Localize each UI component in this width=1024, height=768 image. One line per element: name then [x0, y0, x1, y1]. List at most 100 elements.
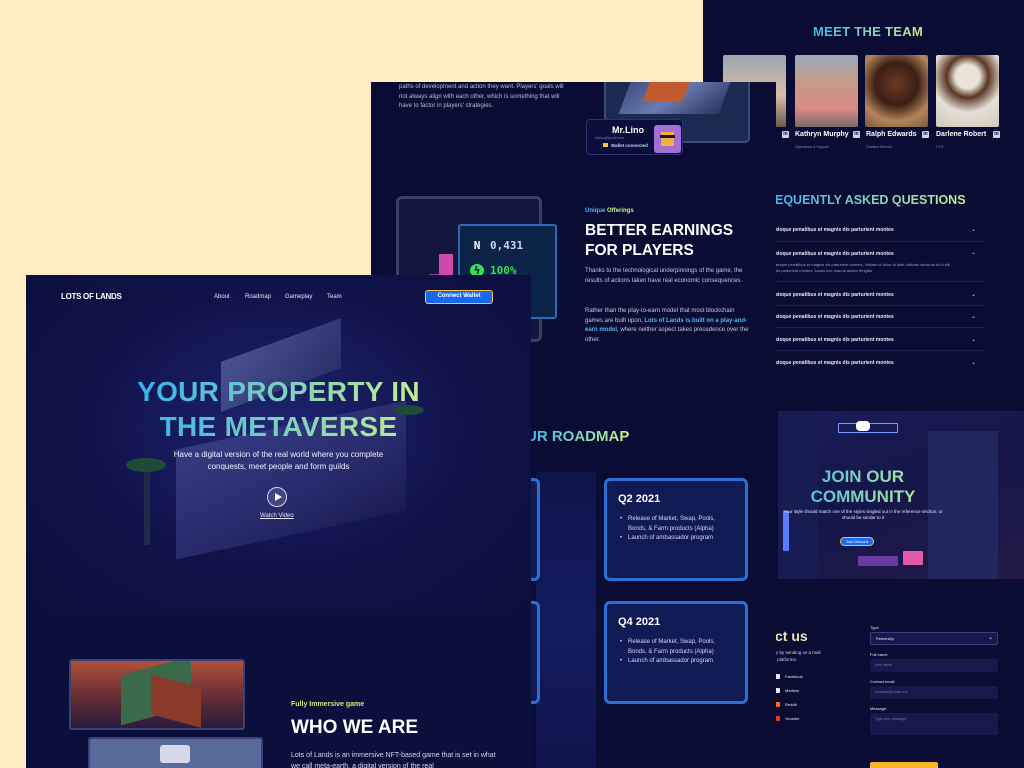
chevron-down-icon[interactable]: ⌄ — [971, 359, 976, 366]
neon-sign — [903, 551, 923, 565]
nav-about[interactable]: About — [214, 294, 230, 300]
join-discord-button[interactable]: Join Discord — [840, 537, 874, 546]
play-icon[interactable] — [267, 487, 287, 507]
roadmap-card: Q2 2021 Release of Market, Swap, Pools, … — [604, 478, 748, 581]
hero-subtitle: Have a digital version of the real world… — [173, 450, 384, 471]
team-member-role: Operations & Support — [795, 145, 829, 149]
email-input[interactable]: example@email.com — [870, 686, 998, 699]
roadmap-items: Release of Market, Swap, Pools, Bonds, &… — [619, 638, 735, 667]
faq-question[interactable]: atoque penatibus et magnis dis parturien… — [775, 337, 894, 343]
linkedin-icon[interactable]: in — [853, 131, 860, 138]
faq-question[interactable]: atoque penatibus et magnis dis parturien… — [775, 314, 894, 320]
faq-answer: dis parturient montes, luctus nec mauris… — [775, 268, 872, 273]
linkedin-icon[interactable]: in — [993, 131, 1000, 138]
discord-icon — [856, 421, 870, 431]
wallet-status: Wallet connected — [603, 143, 648, 148]
divider — [775, 241, 985, 242]
faq-question[interactable]: atoque penatibus et magnis dis parturien… — [775, 292, 894, 298]
faq-question[interactable]: atoque penatibus et magnis dis parturien… — [775, 251, 894, 257]
chevron-down-icon[interactable]: ⌄ — [971, 291, 976, 298]
palm-tree — [144, 465, 150, 545]
watch-video-link[interactable]: Watch Video — [260, 513, 294, 519]
section-title: WHO WE ARE — [291, 717, 419, 738]
site-logo[interactable]: LOTS OF LANDS — [61, 292, 122, 301]
hero-title: YOUR PROPERTY IN THE METAVERSE — [26, 374, 531, 444]
team-photo-4 — [936, 55, 999, 127]
section-title: BETTER EARNINGS FOR PLAYERS — [585, 222, 734, 259]
game-world-image — [88, 737, 263, 768]
linkedin-icon[interactable]: in — [782, 131, 789, 138]
chevron-down-icon[interactable]: ⌄ — [971, 336, 976, 343]
section-label: Unique Offerings — [585, 208, 634, 214]
social-link-facebook[interactable]: Facebook — [775, 674, 803, 680]
social-link-reddit[interactable]: Reddit — [775, 702, 797, 708]
roadmap-title: UR ROADMAP — [526, 428, 630, 445]
fullname-input[interactable]: your name — [870, 659, 998, 672]
message-label: Message — [870, 706, 887, 711]
community-title: JOIN OUR COMMUNITY — [778, 467, 948, 507]
section-label: Fully Immersive game — [291, 701, 365, 708]
roadmap-quarter: Q4 2021 — [618, 616, 661, 628]
profile-name: Mr.Lino — [612, 125, 644, 135]
team-member-role: Creative Director — [866, 145, 893, 149]
roadmap-item: Launch of ambassador program — [619, 657, 735, 667]
community-text: Your style should match one of the style… — [783, 509, 943, 520]
social-link-medium[interactable]: Medium — [775, 688, 799, 694]
game-world-image — [69, 659, 245, 730]
neon-sign — [858, 556, 898, 566]
palm-tree — [126, 458, 166, 472]
type-label: Type — [870, 625, 879, 630]
team-member-name: Kathryn Murphy — [795, 131, 849, 138]
team-member-name: Ralph Edwards — [866, 131, 917, 138]
earnings-paragraph: Rather than the play-to-earn model that … — [585, 308, 749, 343]
team-photo-2 — [795, 55, 858, 127]
divider — [775, 327, 985, 328]
contact-subtitle: l platforms. — [775, 657, 798, 662]
roadmap-item: Launch of ambassador program — [619, 534, 735, 544]
submit-button[interactable] — [870, 762, 938, 768]
team-member-name: Darlene Robert — [936, 131, 987, 138]
type-select[interactable]: Partnership ⌄ — [870, 632, 998, 645]
profile-card: Mr.Lino mrlino@gmail.com Wallet connecte… — [586, 119, 683, 155]
social-link-youtube[interactable]: Youtube — [775, 716, 800, 722]
contact-title: ct us — [775, 628, 808, 644]
roadmap-quarter: Q2 2021 — [618, 493, 661, 505]
message-input[interactable]: Type your message... — [870, 713, 998, 735]
divider — [775, 305, 985, 306]
vehicle-illustration — [160, 745, 190, 763]
team-photo-3 — [865, 55, 928, 127]
faq-question[interactable]: atoque penatibus et magnis dis parturien… — [775, 227, 894, 233]
about-paragraph: Lots of Lands is an immersive NFT-based … — [291, 752, 496, 768]
faq-question[interactable]: atoque penatibus et magnis dis parturien… — [775, 360, 894, 366]
nav-roadmap[interactable]: Roadmap — [245, 294, 271, 300]
chevron-down-icon[interactable]: ⌄ — [971, 226, 976, 233]
isometric-building — [642, 82, 690, 102]
nav-gameplay[interactable]: Gameplay — [285, 294, 312, 300]
stat-row: N 0,431 — [470, 239, 523, 252]
faq-title: EQUENTLY ASKED QUESTIONS — [775, 193, 966, 207]
earnings-paragraph: Thanks to the technological underpinning… — [585, 268, 743, 284]
linkedin-icon[interactable]: in — [922, 131, 929, 138]
chevron-down-icon: ⌄ — [987, 635, 993, 641]
connect-wallet-button[interactable]: Connect Wallet — [425, 290, 493, 304]
fullname-label: Full name — [870, 652, 888, 657]
chevron-down-icon[interactable]: ⌄ — [971, 313, 976, 320]
avatar — [654, 125, 681, 153]
roadmap-item: Release of Market, Swap, Pools, Bonds, &… — [619, 638, 735, 657]
team-member-role: CTO — [936, 145, 944, 149]
gameplay-paragraph: paths of development and action they wan… — [399, 84, 564, 109]
email-label: Contact email — [870, 679, 895, 684]
faq-answer: atoque penatibus et magnis dis parturien… — [775, 262, 950, 267]
roadmap-item: Release of Market, Swap, Pools, Bonds, &… — [619, 515, 735, 534]
avatar-glasses — [660, 135, 675, 138]
profile-email: mrlino@gmail.com — [595, 136, 625, 140]
team-title: MEET THE TEAM — [813, 24, 924, 39]
chevron-up-icon[interactable]: ⌃ — [971, 252, 976, 259]
contact-subtitle: ly by sending us a mail — [775, 650, 821, 655]
roadmap-card: Q4 2021 Release of Market, Swap, Pools, … — [604, 601, 748, 704]
divider — [775, 281, 985, 282]
roadmap-background — [536, 472, 596, 768]
divider — [775, 350, 985, 351]
nav-team[interactable]: Team — [327, 294, 342, 300]
wallet-icon — [603, 143, 608, 147]
